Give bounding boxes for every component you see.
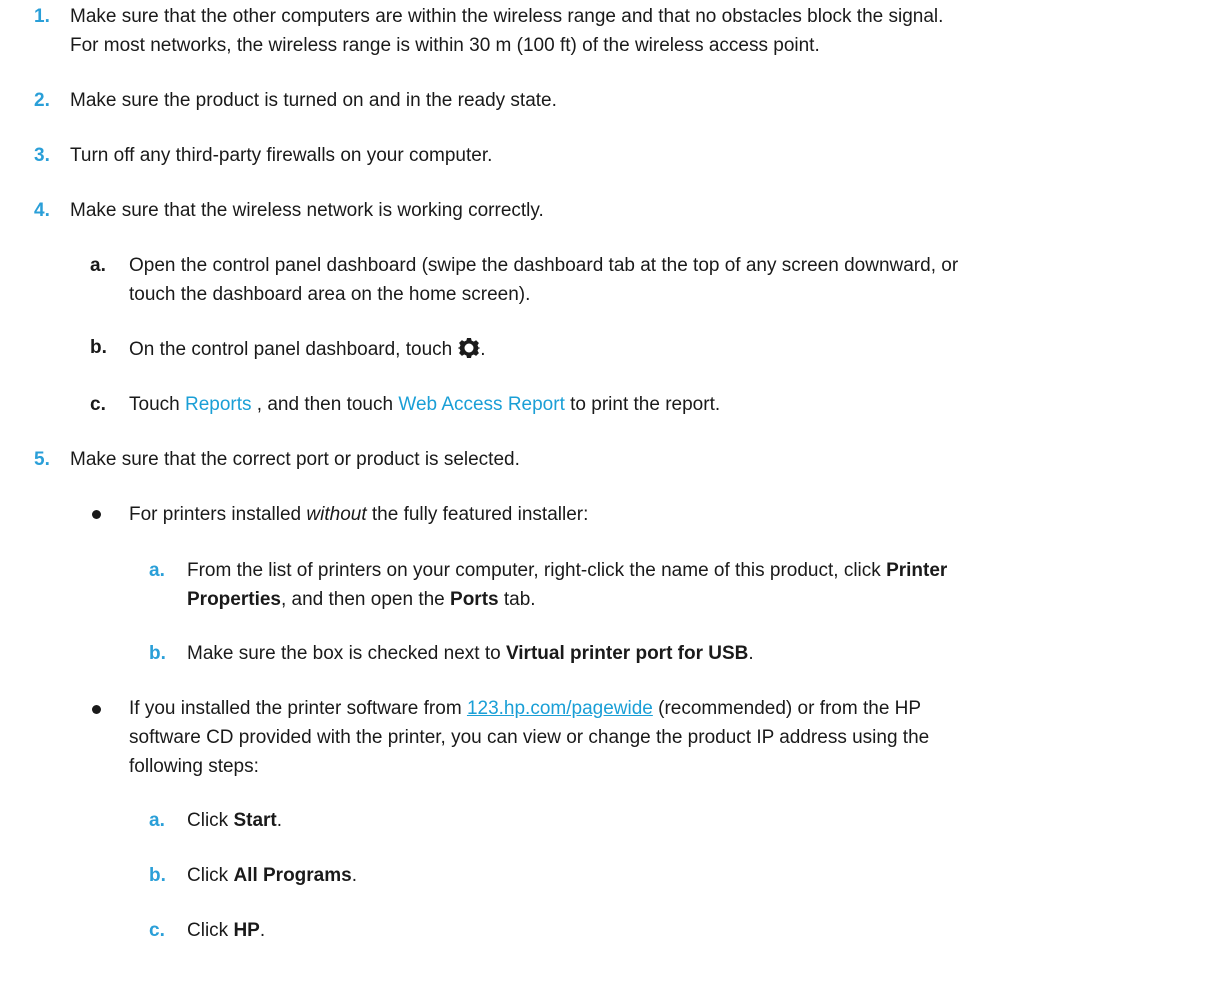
substep-letter: b. [149,643,166,664]
bullet-text: following steps: [129,756,259,777]
step-number: 5. [34,449,50,470]
bullet-text-pre: For printers installed [129,504,307,525]
substep-text: Click All Programs. [187,861,357,890]
substep-text-mid: , and then open the [280,589,451,610]
step-number: 3. [34,145,50,166]
bullet-text-post: the fully featured installer: [366,504,589,525]
substep-text: Make sure the box is checked next to Vir… [187,639,754,668]
substep-text: On the control panel dashboard, touch. [129,335,486,364]
substep-text-pre: Click [187,920,234,941]
substep-text-tail: . [480,339,486,360]
substep-text-post: . [351,865,357,886]
substep-letter: a. [149,560,165,581]
step-text: Make sure that the correct port or produ… [70,449,520,470]
substep-text: Click HP. [187,916,265,945]
bullet-icon [92,705,101,714]
substep-text-body: On the control panel dashboard, touch [129,339,453,360]
substep-text-bold: All Programs [233,865,352,886]
substep-letter: c. [149,920,165,941]
substep-text-pre: Click [187,810,234,831]
substep-letter: c. [90,394,106,415]
substep-text-post: to print the report. [564,394,721,415]
bullet-text: software CD provided with the printer, y… [129,727,930,748]
bullet-icon [92,510,101,519]
substep-text-pre: From the list of printers on your comput… [187,560,887,581]
substep-text: From the list of printers on your comput… [187,556,947,585]
substep-text-bold: Printer [886,560,948,581]
bullet-text: For printers installed without the fully… [129,500,588,529]
step-text: Turn off any third-party firewalls on yo… [70,145,493,166]
substep-text-pre: Touch [129,394,185,415]
step-text: For most networks, the wireless range is… [70,35,820,56]
substep-text-post: . [259,920,266,941]
substep-text-pre: Make sure the box is checked next to [187,643,506,664]
bullet-text-pre: If you installed the printer software fr… [129,698,467,719]
step-number: 4. [34,200,50,221]
substep-text-bold: Ports [450,589,499,610]
substep-text-bold: HP [233,920,260,941]
substep-text-mid: , and then touch [251,394,399,415]
step-text: Make sure that the other computers are w… [70,6,944,27]
bullet-text: If you installed the printer software fr… [129,694,921,723]
bullet-text-post: (recommended) or from the HP [652,698,922,719]
substep-text-pre: Click [187,865,234,886]
substep-text: Open the control panel dashboard (swipe … [129,255,959,276]
substep-text-bold: Start [233,810,277,831]
substep-text-bold: Properties [187,589,281,610]
bullet-text-emphasis: without [306,504,367,525]
substep-text-post: . [748,643,754,664]
substep-letter: a. [149,810,165,831]
substep-text-post: . [276,810,283,831]
step-number: 1. [34,6,50,27]
web-access-report-link[interactable]: Web Access Report [398,394,565,415]
substep-text-bold: Virtual printer port for USB [505,643,749,664]
substep-letter: a. [90,255,106,276]
pagewide-url-link[interactable]: 123.hp.com/pagewide [467,698,653,719]
substep-text: Properties, and then open the Ports tab. [187,585,536,614]
step-text: Make sure the product is turned on and i… [70,90,557,111]
substep-text: touch the dashboard area on the home scr… [129,284,531,305]
step-text: Make sure that the wireless network is w… [70,200,544,221]
substep-letter: b. [149,865,166,886]
gear-icon [458,338,481,358]
step-number: 2. [34,90,50,111]
substep-letter: b. [90,337,107,358]
substep-text: Touch Reports , and then touch Web Acces… [129,390,720,419]
reports-link[interactable]: Reports [185,394,252,415]
substep-text: Click Start. [187,806,282,835]
substep-text-post: tab. [498,589,536,610]
